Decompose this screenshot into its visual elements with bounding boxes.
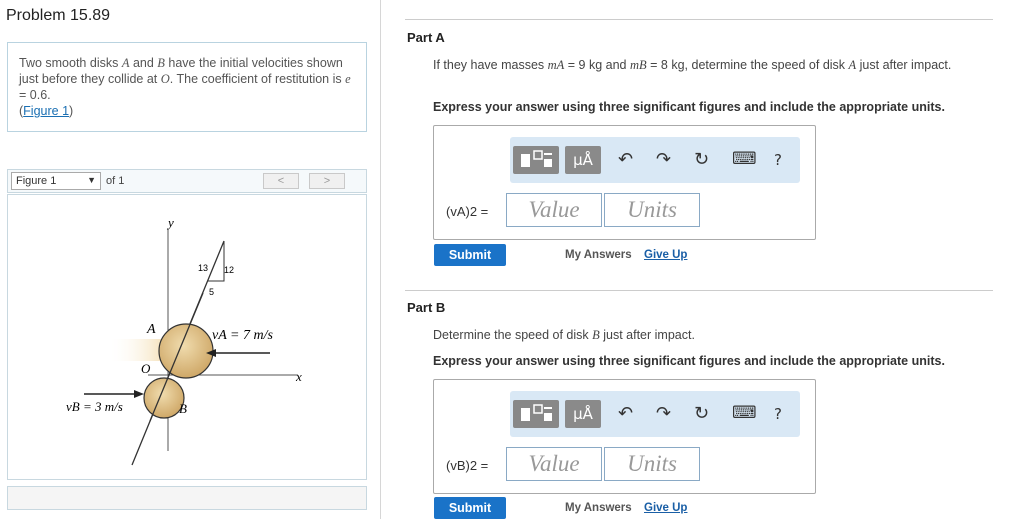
part-b-units-input[interactable]: Units	[604, 447, 700, 481]
disk-a-label: A	[146, 322, 156, 337]
figure-select-value: Figure 1	[16, 175, 57, 187]
figure-link[interactable]: Figure 1	[23, 104, 69, 118]
collision-diagram: y x A B O 13 12 5 vA = 7 m/s vB = 3 m/s	[66, 215, 302, 466]
part-b-value-input[interactable]: Value	[506, 447, 602, 481]
q-text: Determine the speed of disk	[433, 328, 593, 342]
part-a-answer-box: μÅ ↶ ↷ ↻ ⌨ ? (vA)2 = Value Units	[433, 125, 816, 240]
help-icon[interactable]: ?	[774, 151, 782, 169]
q-text: If they have masses	[433, 58, 548, 72]
disk-b-symbol: B	[157, 56, 165, 70]
part-a-value-input[interactable]: Value	[506, 193, 602, 227]
help-icon[interactable]: ?	[774, 405, 782, 423]
paren: )	[69, 104, 74, 118]
math-toolbar: μÅ ↶ ↷ ↻ ⌨ ?	[510, 391, 800, 437]
part-b-my-answers[interactable]: My Answers	[565, 502, 632, 514]
q-text: = 8 kg, determine the speed of disk	[646, 58, 849, 72]
part-a-instruction: Express your answer using three signific…	[433, 100, 945, 114]
part-b-title: Part B	[407, 300, 446, 315]
q-text: = 9 kg and	[564, 58, 630, 72]
template-glyph	[521, 404, 552, 421]
part-a-submit-button[interactable]: Submit	[434, 244, 506, 266]
figure-bottom-bar	[7, 486, 367, 510]
slope-label-12: 12	[224, 265, 234, 275]
e-symbol: e	[345, 72, 351, 86]
part-a-my-answers[interactable]: My Answers	[565, 249, 632, 261]
part-a-separator	[405, 19, 993, 20]
template-icon[interactable]	[513, 400, 559, 428]
part-b-submit-button[interactable]: Submit	[434, 497, 506, 519]
y-axis-label: y	[166, 215, 174, 230]
reset-icon[interactable]: ↻	[694, 403, 709, 424]
keyboard-icon[interactable]: ⌨	[732, 403, 757, 423]
problem-panel: Problem 15.89 Two smooth disks A and B h…	[0, 0, 380, 519]
point-o-label: O	[141, 361, 151, 376]
redo-icon[interactable]: ↷	[656, 149, 671, 170]
vb-label: vB = 3 m/s	[66, 399, 123, 414]
mb-symbol: mB	[630, 58, 647, 72]
desc-text: Two smooth disks	[19, 56, 122, 70]
template-glyph	[521, 150, 552, 167]
part-a-answer-label: (vA)2 =	[446, 204, 489, 219]
part-b-question: Determine the speed of disk B just after…	[433, 327, 695, 343]
figure-select[interactable]: Figure 1 ▼	[11, 172, 101, 190]
undo-icon[interactable]: ↶	[618, 149, 633, 170]
part-b-answer-box: μÅ ↶ ↷ ↻ ⌨ ? (vB)2 = Value Units	[433, 379, 816, 494]
part-a-units-input[interactable]: Units	[604, 193, 700, 227]
desc-text: . The coefficient of restitution is	[169, 72, 346, 86]
disk-b-label: B	[179, 401, 187, 416]
problem-title: Problem 15.89	[6, 7, 111, 24]
panel-divider	[380, 0, 381, 519]
disk-a	[158, 323, 214, 379]
desc-text: = 0.6.	[19, 88, 51, 102]
template-icon[interactable]	[513, 146, 559, 174]
part-a-title: Part A	[407, 30, 445, 45]
part-b-instruction: Express your answer using three signific…	[433, 354, 945, 368]
part-b-answer-label: (vB)2 =	[446, 458, 489, 473]
reset-icon[interactable]: ↻	[694, 149, 709, 170]
va-label: vA = 7 m/s	[212, 328, 273, 343]
dropdown-arrow-icon: ▼	[87, 175, 96, 185]
redo-icon[interactable]: ↷	[656, 403, 671, 424]
disk-b	[143, 377, 185, 419]
q-text: just after impact.	[856, 58, 952, 72]
desc-text: and	[129, 56, 158, 70]
part-a-give-up[interactable]: Give Up	[644, 249, 687, 261]
ma-symbol: mA	[547, 58, 565, 72]
math-toolbar: μÅ ↶ ↷ ↻ ⌨ ?	[510, 137, 800, 183]
vb-arrowhead	[134, 390, 144, 398]
keyboard-icon[interactable]: ⌨	[732, 149, 757, 169]
x-axis-label: x	[295, 369, 302, 384]
figure-area: y x A B O 13 12 5 vA = 7 m/s vB = 3 m/s	[7, 194, 367, 480]
figure-count: of 1	[106, 175, 125, 187]
q-text: just after impact.	[599, 328, 695, 342]
next-figure-button[interactable]: >	[309, 173, 345, 189]
units-template-button[interactable]: μÅ	[565, 400, 601, 428]
figure-navigation-bar: Figure 1 ▼ of 1 < >	[7, 169, 367, 193]
units-template-button[interactable]: μÅ	[565, 146, 601, 174]
slope-label-5: 5	[209, 287, 214, 297]
part-b-separator	[405, 290, 993, 291]
slope-label-13: 13	[198, 263, 208, 273]
disk-b-symbol: B	[592, 328, 600, 342]
point-o-symbol: O	[160, 72, 170, 86]
prev-figure-button[interactable]: <	[263, 173, 299, 189]
undo-icon[interactable]: ↶	[618, 403, 633, 424]
part-a-question: If they have masses mA = 9 kg and mB = 8…	[433, 57, 973, 73]
part-b-give-up[interactable]: Give Up	[644, 502, 687, 514]
problem-description: Two smooth disks A and B have the initia…	[7, 42, 367, 132]
